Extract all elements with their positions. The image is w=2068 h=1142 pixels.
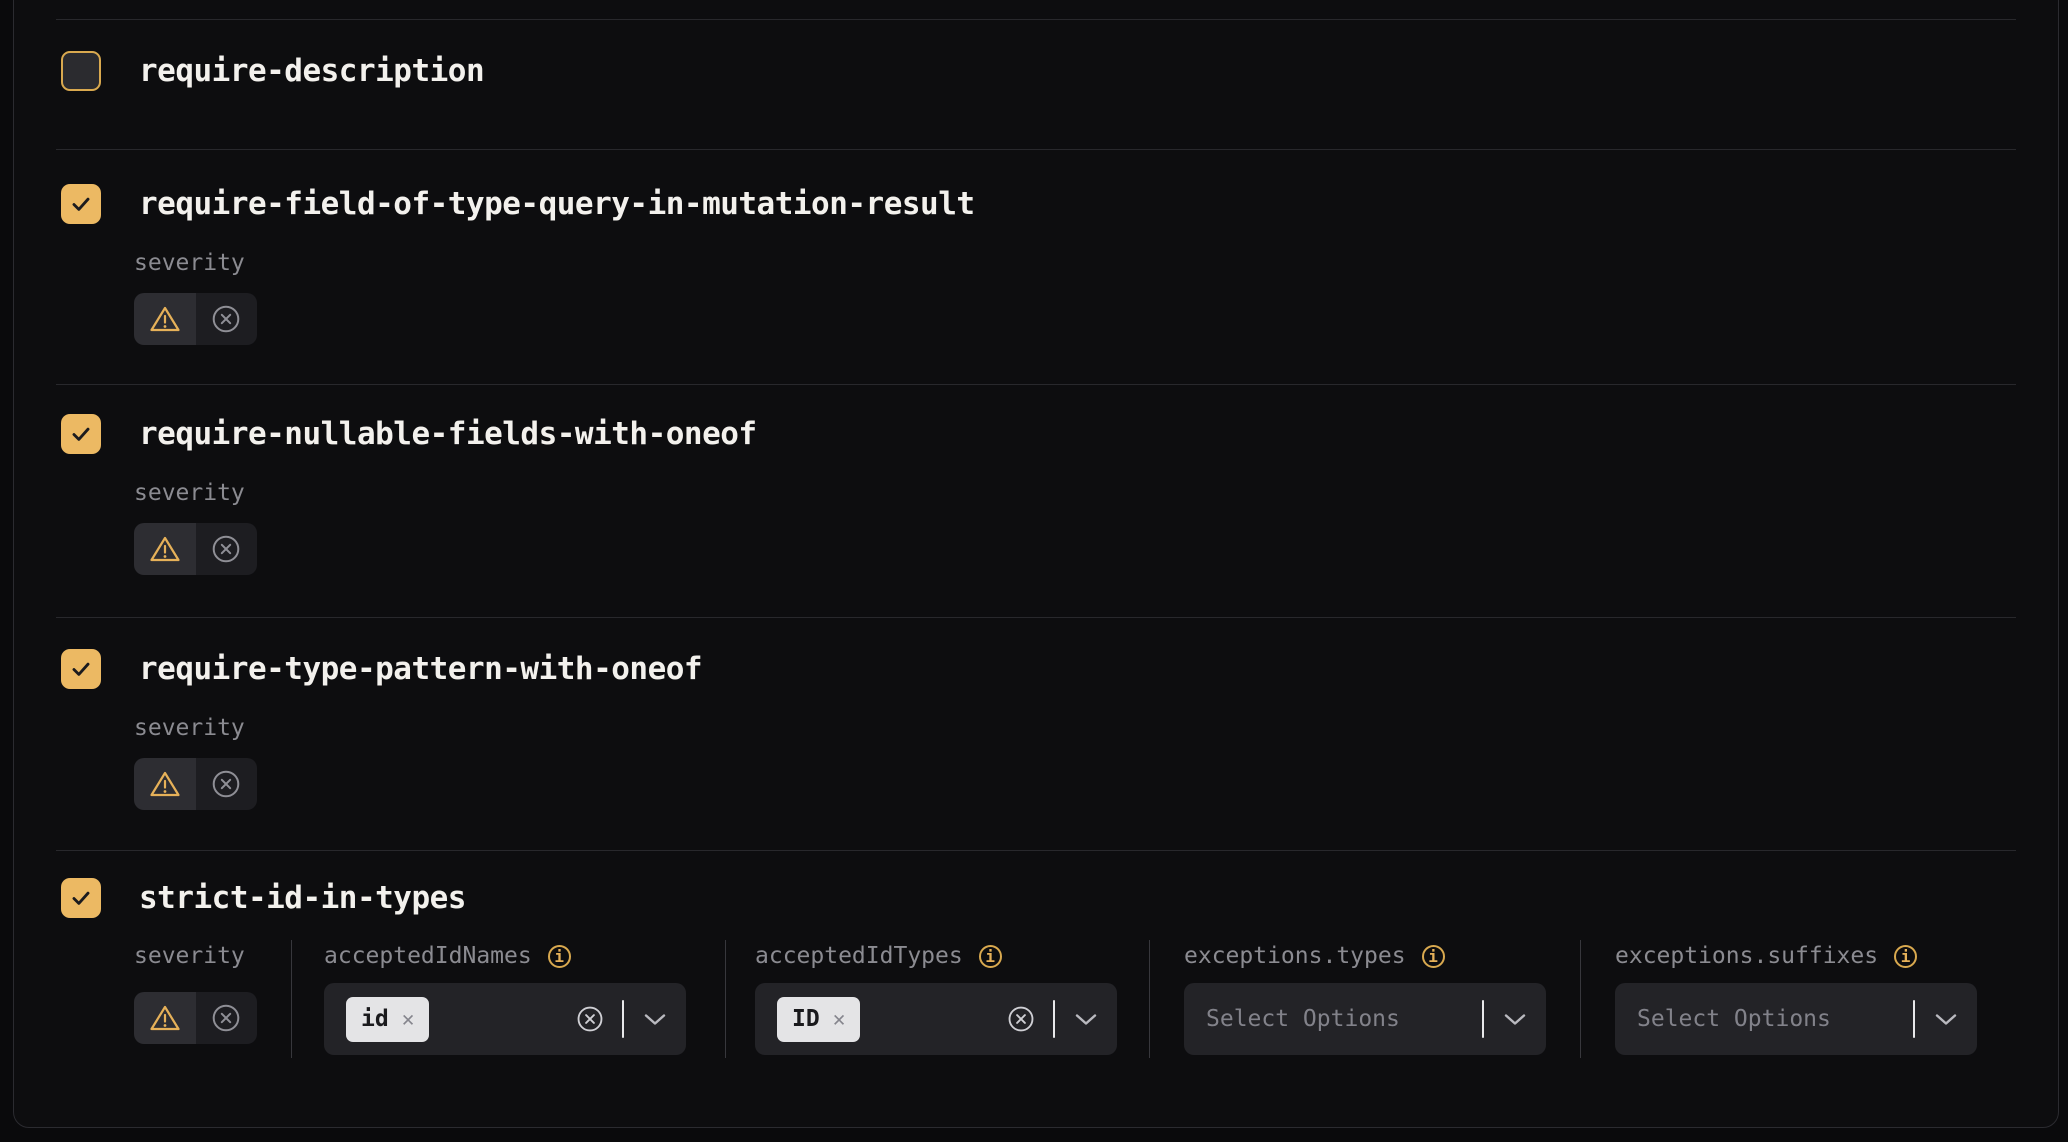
rule-checkbox[interactable] — [61, 878, 101, 918]
severity-label: severity — [134, 249, 2058, 277]
exceptions-types-select[interactable]: Select Options — [1184, 983, 1546, 1055]
info-icon[interactable]: i — [1422, 945, 1445, 968]
select-separator — [622, 1000, 624, 1038]
rule-title: require-description — [139, 53, 484, 89]
config-col-accepted-id-types: acceptedIdTypes i ID ✕ — [725, 940, 1149, 1058]
rule-row: require-description — [14, 20, 2058, 149]
severity-off-button[interactable] — [196, 293, 258, 345]
circle-x-icon — [211, 1003, 241, 1033]
rule-checkbox[interactable] — [61, 51, 101, 91]
rule-title: require-type-pattern-with-oneof — [139, 651, 702, 687]
rule-row: require-field-of-type-query-in-mutation-… — [14, 150, 2058, 384]
checkmark-icon — [68, 656, 94, 682]
selected-chip: id ✕ — [346, 997, 429, 1042]
select-separator — [1053, 1000, 1055, 1038]
circle-x-icon — [211, 304, 241, 334]
severity-control — [134, 293, 257, 345]
config-col-exceptions-types: exceptions.types i Select Options — [1149, 940, 1580, 1058]
severity-label: severity — [134, 714, 2058, 742]
severity-control — [134, 758, 257, 810]
rules-panel: require-description require-field-of-typ… — [13, 0, 2059, 1128]
warning-triangle-icon — [149, 770, 181, 798]
select-placeholder: Select Options — [1206, 1006, 1482, 1032]
rule-checkbox[interactable] — [61, 414, 101, 454]
info-icon[interactable]: i — [979, 945, 1002, 968]
severity-warn-button[interactable] — [134, 758, 196, 810]
info-icon[interactable]: i — [1894, 945, 1917, 968]
severity-control — [134, 992, 257, 1044]
severity-control — [134, 523, 257, 575]
circle-x-icon — [211, 534, 241, 564]
rule-title: require-field-of-type-query-in-mutation-… — [139, 186, 975, 222]
rule-config-row: severity — [134, 940, 2058, 1058]
severity-off-button[interactable] — [196, 992, 258, 1044]
rule-checkbox[interactable] — [61, 184, 101, 224]
chip-remove-icon[interactable]: ✕ — [833, 1009, 846, 1030]
chip-remove-icon[interactable]: ✕ — [402, 1009, 415, 1030]
config-col-severity: severity — [134, 940, 291, 1058]
config-col-accepted-id-names: acceptedIdNames i id ✕ — [291, 940, 725, 1058]
panel-top-spacer — [14, 0, 2058, 19]
chevron-down-icon[interactable] — [1935, 1013, 1957, 1026]
chevron-down-icon[interactable] — [644, 1013, 666, 1026]
severity-off-button[interactable] — [196, 523, 258, 575]
severity-warn-button[interactable] — [134, 523, 196, 575]
accepted-id-names-select[interactable]: id ✕ — [324, 983, 686, 1055]
severity-warn-button[interactable] — [134, 992, 196, 1044]
rule-row: strict-id-in-types severity — [14, 851, 2058, 1058]
warning-triangle-icon — [149, 535, 181, 563]
severity-label: severity — [134, 479, 2058, 507]
exceptions-suffixes-select[interactable]: Select Options — [1615, 983, 1977, 1055]
circle-x-icon — [211, 769, 241, 799]
rule-title: strict-id-in-types — [139, 880, 466, 916]
config-col-exceptions-suffixes: exceptions.suffixes i Select Options — [1580, 940, 1977, 1058]
checkmark-icon — [68, 421, 94, 447]
warning-triangle-icon — [149, 305, 181, 333]
select-placeholder: Select Options — [1637, 1006, 1913, 1032]
severity-warn-button[interactable] — [134, 293, 196, 345]
chevron-down-icon[interactable] — [1504, 1013, 1526, 1026]
option-label: acceptedIdTypes — [755, 942, 963, 970]
clear-selection-icon[interactable] — [576, 1005, 604, 1033]
rule-row: require-type-pattern-with-oneof severity — [14, 618, 2058, 850]
option-label: exceptions.suffixes — [1615, 942, 1878, 970]
rule-row: require-nullable-fields-with-oneof sever… — [14, 385, 2058, 617]
chevron-down-icon[interactable] — [1075, 1013, 1097, 1026]
severity-off-button[interactable] — [196, 758, 258, 810]
option-label: exceptions.types — [1184, 942, 1406, 970]
option-label: acceptedIdNames — [324, 942, 532, 970]
accepted-id-types-select[interactable]: ID ✕ — [755, 983, 1117, 1055]
selected-chip: ID ✕ — [777, 997, 860, 1042]
select-separator — [1913, 1000, 1915, 1038]
checkmark-icon — [68, 191, 94, 217]
checkmark-icon — [68, 885, 94, 911]
select-separator — [1482, 1000, 1484, 1038]
severity-label: severity — [134, 942, 291, 970]
rule-title: require-nullable-fields-with-oneof — [139, 416, 757, 452]
info-icon[interactable]: i — [548, 945, 571, 968]
warning-triangle-icon — [149, 1004, 181, 1032]
rule-checkbox[interactable] — [61, 649, 101, 689]
clear-selection-icon[interactable] — [1007, 1005, 1035, 1033]
